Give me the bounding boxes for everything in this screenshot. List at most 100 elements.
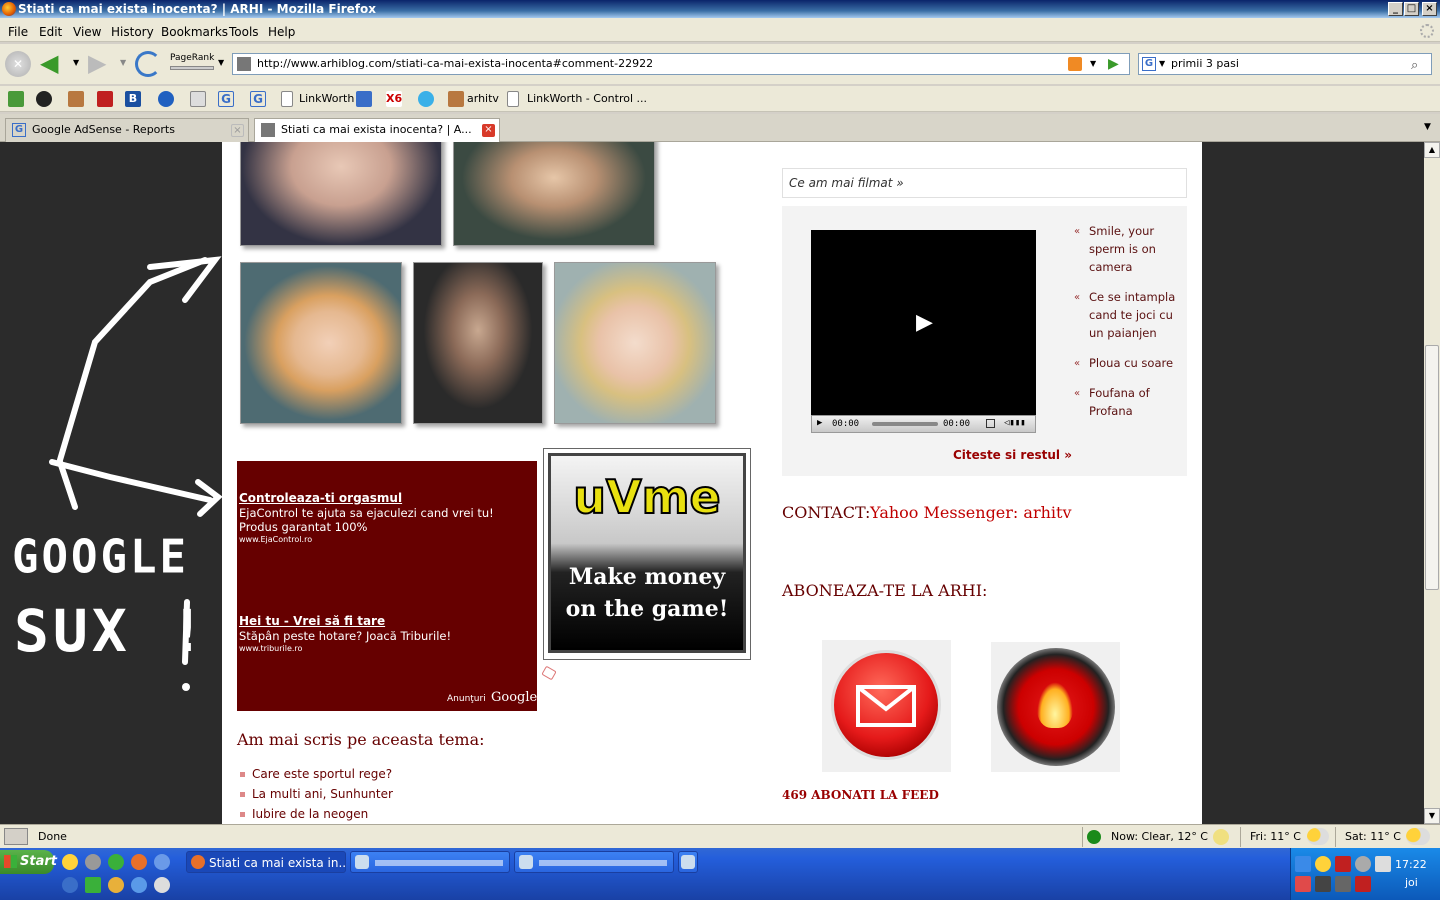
weather-fri[interactable]: Fri: 11° C [1250,828,1301,846]
rss-feed-icon[interactable] [1068,57,1082,71]
video-player[interactable]: ▶ [811,230,1036,415]
forward-button[interactable]: ▶ [88,51,116,75]
menu-tools[interactable]: Tools [229,25,259,39]
ad-title-triburile[interactable]: Hei tu - Vrei să fi tare [239,614,385,628]
wordpress-icon[interactable] [158,91,174,107]
quicklaunch-icon[interactable] [62,877,78,893]
child-photo-2[interactable] [453,142,655,246]
network-tray-icon[interactable] [1295,856,1311,872]
url-bar[interactable]: http://www.arhiblog.com/stiati-ca-mai-ex… [232,53,1130,75]
menu-help[interactable]: Help [268,25,295,39]
quicklaunch-icon[interactable] [108,877,124,893]
stop-button[interactable]: ✕ [5,51,31,77]
search-input[interactable]: G ▼ primii 3 pasi ⌕ [1138,53,1432,75]
search-icon[interactable]: ⌕ [1411,56,1429,73]
ad-title-ejacontrol[interactable]: Controleaza-ti orgasmul [239,491,402,505]
play-icon[interactable]: ▶ [916,310,933,335]
status-icon[interactable] [4,828,28,845]
bookmark-linkworth-control[interactable]: LinkWorth - Control ... [527,91,647,107]
video-play-button[interactable]: ▶ [817,418,822,428]
related-link-2[interactable]: La multi ani, Sunhunter [252,787,393,801]
scroll-thumb[interactable] [1425,345,1439,590]
filmat-heading[interactable]: Ce am mai filmat » [789,176,904,190]
tray-icon[interactable] [1315,876,1331,892]
add-bookmark-icon[interactable] [8,91,24,107]
child-photo-5[interactable] [554,262,716,424]
fullscreen-icon[interactable] [986,419,995,428]
bookmark-arhitv[interactable]: arhitv [467,91,499,107]
quicklaunch-icon[interactable] [131,877,147,893]
monitor-tray-icon[interactable] [1335,876,1351,892]
tag-icon[interactable] [541,665,557,681]
quicklaunch-icon[interactable] [154,877,170,893]
close-tab-icon[interactable]: × [482,124,495,137]
webpage-icon[interactable] [190,91,206,107]
reload-button[interactable] [135,51,161,77]
weather-now[interactable]: Now: Clear, 12° C [1111,828,1208,846]
related-link-3[interactable]: Iubire de la neogen [252,807,368,821]
google-icon[interactable]: G [250,91,266,107]
menu-file[interactable]: File [8,25,28,39]
menu-view[interactable]: View [73,25,101,39]
uvme-banner[interactable]: uVme Make money on the game! [543,448,751,660]
tab-list-dropdown-icon[interactable]: ▼ [1424,122,1431,132]
video-link-2[interactable]: Ce se intampla cand te joci cu un paianj… [1089,288,1184,342]
back-history-dropdown-icon[interactable]: ▼ [73,58,79,67]
bookmark-linkworth[interactable]: LinkWorth [299,91,354,107]
taskbar-window-firefox[interactable]: Stiati ca mai exista in... [186,851,346,873]
yin-yang-icon[interactable] [36,91,52,107]
read-more-link[interactable]: Citeste si restul » [953,448,1072,462]
volume-icon[interactable]: ◁▮▮▮ [1004,418,1026,428]
taskbar-window-messenger-2[interactable] [514,851,674,873]
contact-yahoo-link[interactable]: Yahoo Messenger: arhitv [870,503,1071,522]
taskbar-window-messenger-1[interactable] [350,851,510,873]
start-button[interactable]: Start [0,850,57,874]
go-button[interactable]: ▶ [1108,56,1119,72]
ad-url-triburile[interactable]: www.triburile.ro [239,644,302,653]
menu-bookmarks[interactable]: Bookmarks [161,25,228,39]
firefox-quicklaunch-icon[interactable] [131,854,147,870]
minimize-button[interactable]: _ [1388,2,1403,16]
messenger-smiley-icon[interactable] [62,854,78,870]
quicklaunch-icon[interactable] [85,854,101,870]
close-window-button[interactable]: × [1422,2,1437,16]
forward-history-dropdown-icon[interactable]: ▼ [120,58,126,67]
search-engine-icon[interactable]: G [1142,57,1156,71]
video-link-1[interactable]: Smile, your sperm is on camera [1089,222,1184,276]
ad-url-ejacontrol[interactable]: www.EjaControl.ro [239,535,312,544]
blogger-icon[interactable]: B [125,91,141,107]
email-subscribe-button[interactable] [822,640,951,772]
google-logo[interactable]: Google [491,690,537,705]
antivirus-tray-icon[interactable] [1335,856,1351,872]
taskbar-window-messenger-3[interactable] [678,851,698,873]
tray-icon[interactable] [1355,856,1371,872]
chart-icon[interactable] [356,91,372,107]
child-photo-4[interactable] [413,262,543,424]
tab-stiati-inocenta[interactable]: Stiati ca mai exista inocenta? | A... × [254,118,500,143]
menu-edit[interactable]: Edit [39,25,62,39]
quicklaunch-icon[interactable] [154,854,170,870]
tray-icon[interactable] [1295,876,1311,892]
x6-icon[interactable]: X6 [386,91,402,107]
video-link-3[interactable]: Ploua cu soare [1089,354,1184,372]
search-engine-dropdown-icon[interactable]: ▼ [1159,54,1165,74]
cookie-jar-icon[interactable] [97,91,113,107]
video-link-4[interactable]: Foufana of Profana [1089,384,1184,420]
vertical-scrollbar[interactable]: ▲ ▼ [1424,142,1440,824]
scroll-down-arrow-icon[interactable]: ▼ [1424,808,1440,824]
tab-google-adsense[interactable]: G Google AdSense - Reports × [5,118,249,142]
url-dropdown-icon[interactable]: ▼ [1090,54,1096,74]
scroll-up-arrow-icon[interactable]: ▲ [1424,142,1440,158]
messenger-tray-icon[interactable] [1315,856,1331,872]
rss-subscribe-button[interactable] [991,642,1120,772]
quicklaunch-icon[interactable] [108,854,124,870]
video-progress-bar[interactable] [872,422,938,426]
pagerank-dropdown-icon[interactable]: ▼ [218,58,224,67]
child-photo-3[interactable] [240,262,402,424]
weather-sat[interactable]: Sat: 11° C [1345,828,1401,846]
tray-icon[interactable] [1355,876,1371,892]
maximize-button[interactable]: □ [1404,2,1419,16]
google-icon[interactable]: G [218,91,234,107]
quicklaunch-icon[interactable] [85,877,101,893]
twitter-icon[interactable] [418,91,434,107]
